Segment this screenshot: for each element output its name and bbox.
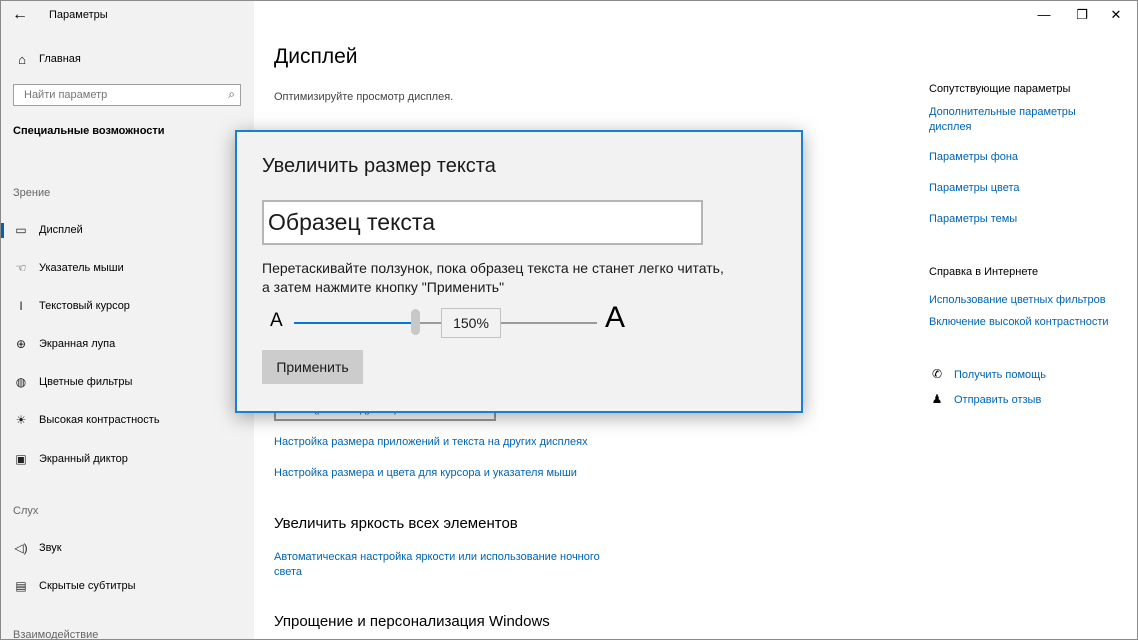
- feedback-icon: ♟: [931, 392, 943, 406]
- sound-icon: ◁): [14, 541, 28, 555]
- sidebar-item-label: Указатель мыши: [39, 262, 124, 274]
- sidebar-item-label: Дисплей: [39, 224, 83, 236]
- link-theme-settings[interactable]: Параметры темы: [929, 212, 1017, 227]
- help-chat-icon: ✆: [931, 367, 943, 381]
- sidebar-item-label: Высокая контрастность: [39, 414, 160, 426]
- settings-window: ← Параметры ⌂ Главная ⌕ Специальные возм…: [0, 0, 1138, 640]
- high-contrast-icon: ☀: [15, 413, 27, 427]
- dialog-title: Увеличить размер текста: [262, 155, 496, 177]
- sidebar-item-label: Текстовый курсор: [39, 300, 130, 312]
- slider-value-label: 150%: [441, 308, 501, 338]
- sample-text-box: Образец текста: [262, 200, 703, 245]
- back-arrow-icon[interactable]: ←: [7, 4, 33, 26]
- home-icon: ⌂: [18, 51, 26, 67]
- search-input[interactable]: [22, 88, 226, 102]
- captions-icon: ▤: [15, 579, 27, 593]
- related-settings-heading: Сопутствующие параметры: [929, 83, 1071, 95]
- sidebar-item-high-contrast[interactable]: ☀ Высокая контрастность: [1, 405, 254, 435]
- mouse-pointer-icon: ☜: [15, 261, 27, 275]
- send-feedback-link[interactable]: Отправить отзыв: [954, 393, 1041, 408]
- large-a-label: A: [605, 301, 626, 334]
- home-label: Главная: [39, 53, 81, 65]
- color-filters-icon: ◍: [15, 375, 27, 389]
- small-a-label: A: [270, 310, 283, 331]
- narrator-icon: ▣: [15, 452, 27, 466]
- group-vision-header: Зрение: [13, 187, 51, 199]
- get-help-link[interactable]: Получить помощь: [954, 368, 1046, 383]
- link-color-settings[interactable]: Параметры цвета: [929, 181, 1020, 196]
- display-icon: ▭: [15, 223, 27, 237]
- search-box[interactable]: ⌕: [13, 84, 241, 106]
- link-auto-brightness[interactable]: Автоматическая настройка яркости или исп…: [274, 550, 619, 580]
- sidebar-item-label: Цветные фильтры: [39, 376, 133, 388]
- sidebar: ← Параметры ⌂ Главная ⌕ Специальные возм…: [1, 1, 254, 639]
- link-other-displays-scaling[interactable]: Настройка размера приложений и текста на…: [274, 435, 588, 450]
- link-enable-high-contrast[interactable]: Включение высокой контрастности: [929, 315, 1109, 330]
- sidebar-item-captions[interactable]: ▤ Скрытые субтитры: [1, 571, 254, 601]
- link-advanced-display[interactable]: Дополнительные параметры дисплея: [929, 105, 1104, 135]
- sidebar-item-label: Экранный диктор: [39, 453, 128, 465]
- magnifier-icon: ⊕: [15, 337, 27, 351]
- sidebar-item-magnifier[interactable]: ⊕ Экранная лупа: [1, 329, 254, 359]
- simplify-heading: Упрощение и персонализация Windows: [274, 613, 550, 630]
- link-background-settings[interactable]: Параметры фона: [929, 150, 1018, 165]
- search-icon[interactable]: ⌕: [228, 87, 235, 102]
- sidebar-item-mouse-pointer[interactable]: ☜ Указатель мыши: [1, 253, 254, 283]
- text-cursor-icon: I: [19, 299, 23, 313]
- category-title: Специальные возможности: [13, 125, 165, 137]
- sidebar-item-text-cursor[interactable]: I Текстовый курсор: [1, 291, 254, 321]
- web-help-heading: Справка в Интернете: [929, 266, 1039, 278]
- apply-button[interactable]: Применить: [262, 350, 363, 384]
- sidebar-item-label: Звук: [39, 542, 62, 554]
- sidebar-item-label: Скрытые субтитры: [39, 580, 136, 592]
- group-interaction-header: Взаимодействие: [13, 629, 99, 640]
- link-cursor-size-color[interactable]: Настройка размера и цвета для курсора и …: [274, 466, 577, 481]
- slider-fill: [294, 322, 416, 324]
- slider-thumb[interactable]: [410, 309, 420, 335]
- sidebar-item-label: Экранная лупа: [39, 338, 116, 350]
- dialog-instructions: Перетаскивайте ползунок, пока образец те…: [262, 260, 724, 295]
- brightness-heading: Увеличить яркость всех элементов: [274, 515, 518, 532]
- text-size-dialog: Увеличить размер текста Образец текста П…: [235, 130, 803, 413]
- link-use-color-filters[interactable]: Использование цветных фильтров: [929, 293, 1106, 308]
- sidebar-item-home[interactable]: ⌂ Главная: [14, 49, 81, 69]
- sidebar-item-sound[interactable]: ◁) Звук: [1, 533, 254, 563]
- page-subtitle: Оптимизируйте просмотр дисплея.: [274, 91, 454, 103]
- app-title: Параметры: [49, 9, 108, 21]
- sidebar-item-display[interactable]: ▭ Дисплей: [1, 215, 254, 245]
- page-title: Дисплей: [274, 45, 358, 68]
- group-hearing-header: Слух: [13, 505, 39, 517]
- sidebar-item-narrator[interactable]: ▣ Экранный диктор: [1, 444, 254, 474]
- sidebar-item-color-filters[interactable]: ◍ Цветные фильтры: [1, 367, 254, 397]
